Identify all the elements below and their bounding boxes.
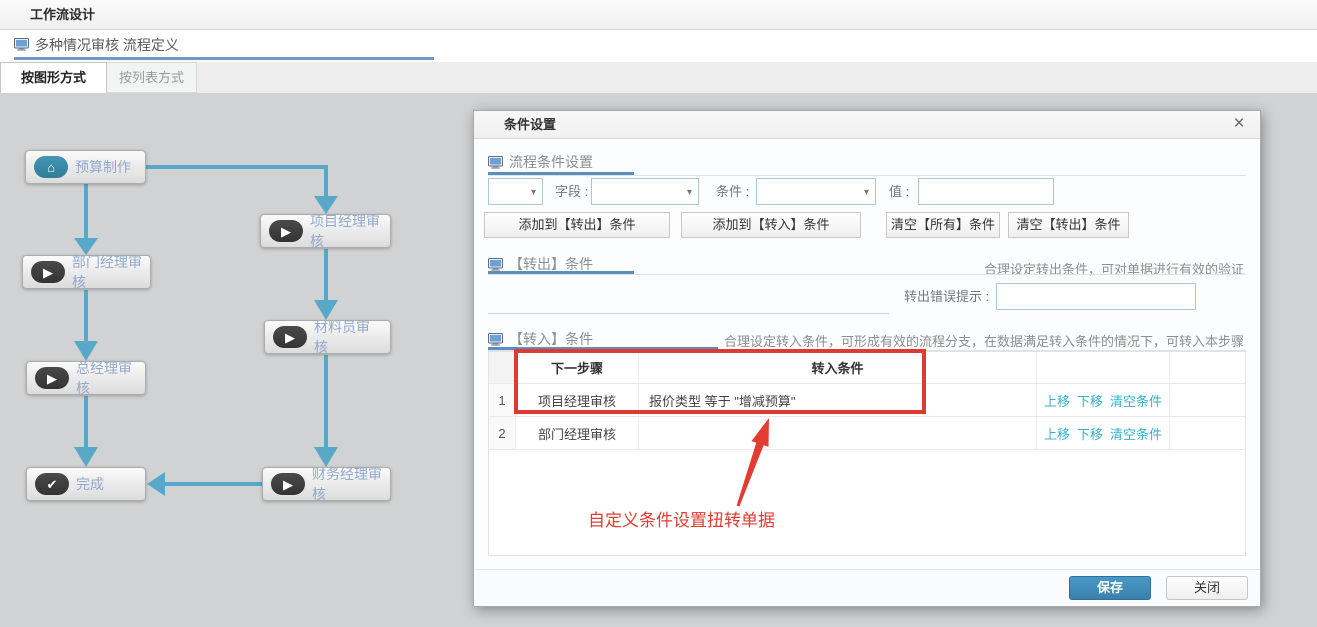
- row-number: 1: [489, 384, 516, 416]
- add-to-out-condition-button[interactable]: 添加到【转出】条件: [484, 212, 670, 238]
- condition-label: 条件 :: [716, 178, 749, 205]
- in-condition-note: 合理设定转入条件，可形成有效的流程分支，在数据满足转入条件的情况下，可转入本步骤: [724, 331, 1244, 350]
- monitor-icon: [488, 333, 503, 346]
- flow-node-label: 项目经理审核: [310, 211, 382, 251]
- flow-node-label: 材料员审核: [314, 317, 382, 357]
- app-header: 工作流设计: [0, 0, 1317, 30]
- operator-select[interactable]: ▾: [488, 178, 543, 205]
- workflow-designer-page: 工作流设计 多种情况审核 流程定义 按图形方式 按列表方式: [0, 0, 1317, 627]
- clear-condition-link[interactable]: 清空条件: [1110, 391, 1162, 410]
- play-icon: ▶: [271, 473, 305, 495]
- spacer-cell: [1170, 384, 1245, 416]
- section-title: 流程条件设置: [509, 152, 593, 172]
- monitor-icon: [488, 156, 503, 169]
- dialog-footer: 保存 关闭: [474, 569, 1260, 606]
- flow-node-label: 部门经理审核: [72, 252, 142, 292]
- field-label: 字段 :: [555, 178, 588, 205]
- dialog-title: 条件设置: [474, 111, 1260, 138]
- flow-node-budget[interactable]: ⌂ 预算制作: [25, 150, 146, 184]
- spacer-header: [1170, 352, 1245, 383]
- flow-node-finance-manager[interactable]: ▶ 财务经理审核: [262, 467, 391, 501]
- caret-down-icon: ▾: [687, 188, 692, 198]
- move-up-link[interactable]: 上移: [1044, 424, 1070, 443]
- monitor-icon: [488, 258, 503, 271]
- flow-node-label: 完成: [76, 474, 104, 494]
- condition-settings-dialog: 条件设置 × 流程条件设置 ▾ 字段 : ▾ 条件 : ▾ 值 :: [473, 110, 1261, 607]
- out-condition-underline: [488, 313, 889, 314]
- dialog-titlebar: 条件设置 ×: [474, 111, 1260, 139]
- next-step-header: 下一步骤: [516, 352, 639, 383]
- flow-node-label: 总经理审核: [76, 358, 137, 398]
- out-condition-note: 合理设定转出条件，可对单据进行有效的验证: [984, 259, 1244, 278]
- flow-node-general-manager[interactable]: ▶ 总经理审核: [26, 361, 146, 395]
- clear-all-conditions-button[interactable]: 清空【所有】条件: [886, 212, 1000, 238]
- clear-condition-link[interactable]: 清空条件: [1110, 424, 1162, 443]
- check-icon: ✔: [35, 473, 69, 495]
- table-row: 1 项目经理审核 报价类型 等于 "增减预算" 上移 下移 清空条件: [489, 384, 1245, 417]
- row-actions: 上移 下移 清空条件: [1037, 384, 1170, 416]
- page-title: 工作流设计: [0, 0, 1317, 29]
- close-icon[interactable]: ×: [1228, 111, 1250, 139]
- actions-header: [1037, 352, 1170, 383]
- in-condition-cell: 报价类型 等于 "增减预算": [639, 384, 1037, 416]
- breadcrumb-underline: [14, 57, 434, 60]
- caret-down-icon: ▾: [531, 188, 536, 198]
- row-number-header: [489, 352, 516, 383]
- flow-node-label: 财务经理审核: [312, 464, 382, 504]
- flow-node-material-staff[interactable]: ▶ 材料员审核: [264, 320, 391, 354]
- move-down-link[interactable]: 下移: [1077, 424, 1103, 443]
- annotation-text: 自定义条件设置扭转单据: [588, 506, 775, 531]
- row-number: 2: [489, 417, 516, 449]
- close-button[interactable]: 关闭: [1166, 576, 1248, 600]
- divider: [488, 274, 1246, 275]
- save-button[interactable]: 保存: [1069, 576, 1151, 600]
- section-flow-condition: 流程条件设置: [488, 152, 593, 172]
- flow-node-dept-manager[interactable]: ▶ 部门经理审核: [22, 255, 151, 289]
- out-error-label: 转出错误提示 :: [904, 283, 989, 310]
- play-icon: ▶: [31, 261, 65, 283]
- add-to-in-condition-button[interactable]: 添加到【转入】条件: [681, 212, 861, 238]
- spacer-cell: [1170, 417, 1245, 449]
- flow-node-label: 预算制作: [75, 157, 131, 177]
- play-icon: ▶: [269, 220, 303, 242]
- section-title: 【转入】条件: [509, 329, 593, 349]
- flow-node-project-manager[interactable]: ▶ 项目经理审核: [260, 214, 391, 248]
- in-condition-header: 转入条件: [639, 352, 1037, 383]
- field-select[interactable]: ▾: [591, 178, 699, 205]
- clear-out-conditions-button[interactable]: 清空【转出】条件: [1008, 212, 1129, 238]
- divider: [488, 175, 1246, 176]
- table-header-row: 下一步骤 转入条件: [489, 352, 1245, 384]
- tab-list-view[interactable]: 按列表方式: [107, 62, 197, 93]
- condition-select[interactable]: ▾: [756, 178, 876, 205]
- section-in-condition: 【转入】条件: [488, 329, 593, 349]
- move-down-link[interactable]: 下移: [1077, 391, 1103, 410]
- move-up-link[interactable]: 上移: [1044, 391, 1070, 410]
- breadcrumb-label: 多种情况审核 流程定义: [35, 35, 179, 55]
- home-icon: ⌂: [34, 156, 68, 178]
- play-icon: ▶: [35, 367, 69, 389]
- flow-node-complete[interactable]: ✔ 完成: [26, 467, 146, 501]
- view-tabs: 按图形方式 按列表方式: [0, 62, 1317, 93]
- out-error-input[interactable]: [996, 283, 1196, 310]
- value-input[interactable]: [918, 178, 1054, 205]
- in-condition-cell: [639, 417, 1037, 449]
- value-label: 值 :: [889, 178, 909, 205]
- caret-down-icon: ▾: [864, 188, 869, 198]
- section-accent-rule: [488, 172, 634, 175]
- tab-graphical-view[interactable]: 按图形方式: [0, 62, 107, 93]
- next-step-cell: 部门经理审核: [516, 417, 639, 449]
- section-accent-rule: [488, 347, 718, 350]
- section-accent-rule: [488, 271, 634, 274]
- monitor-icon: [14, 38, 29, 51]
- next-step-cell: 项目经理审核: [516, 384, 639, 416]
- row-actions: 上移 下移 清空条件: [1037, 417, 1170, 449]
- play-icon: ▶: [273, 326, 307, 348]
- table-row: 2 部门经理审核 上移 下移 清空条件: [489, 417, 1245, 450]
